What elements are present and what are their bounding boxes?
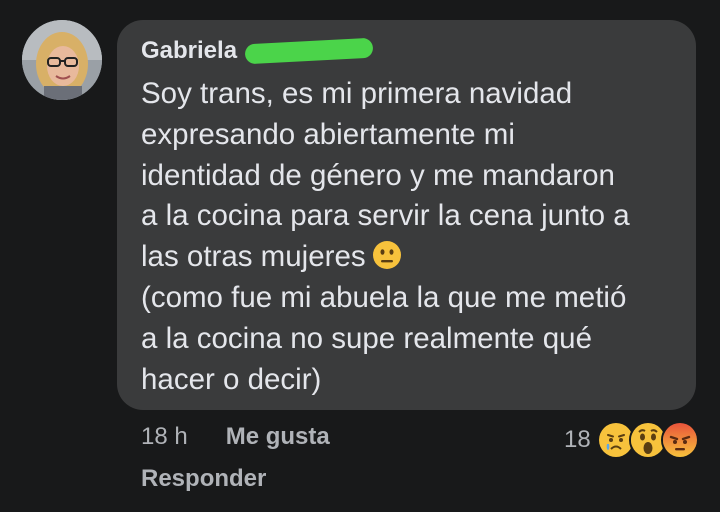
reactions-summary[interactable]: 18 [564, 421, 699, 459]
comment-line: expresando abiertamente mi [141, 117, 515, 151]
neutral-face-emoji [372, 241, 401, 270]
comment-line: (como fue mi abuela la que me metió [141, 280, 627, 314]
angry-reaction-icon [660, 421, 699, 459]
reply-button[interactable]: Responder [141, 465, 266, 493]
author-row: Gabriela [141, 34, 374, 68]
redaction-mark [244, 37, 374, 65]
comment-text: Soy trans, es mi primera navidad expresa… [141, 74, 681, 400]
comment-line: identidad de género y me mandaron [141, 158, 615, 192]
comment-timestamp[interactable]: 18 h [141, 423, 188, 451]
comment-line: hacer o decir) [141, 362, 322, 396]
reaction-count: 18 [564, 426, 591, 453]
comment-actions: 18 h Me gusta [141, 423, 330, 451]
like-button[interactable]: Me gusta [226, 423, 330, 451]
comment-bubble: Gabriela Soy trans, es mi primera navida… [117, 20, 696, 410]
comment-line: a la cocina para servir la cena junto a [141, 199, 630, 233]
comment-line: las otras mujeres [141, 240, 366, 274]
author-avatar[interactable] [22, 20, 102, 100]
comment-line-with-emoji: las otras mujeres [141, 237, 681, 278]
author-name[interactable]: Gabriela [141, 37, 237, 65]
comment-line: Soy trans, es mi primera navidad [141, 77, 573, 110]
avatar-photo [22, 20, 102, 100]
reaction-icons [596, 421, 699, 459]
comment-line: a la cocina no supe realmente qué [141, 321, 592, 355]
